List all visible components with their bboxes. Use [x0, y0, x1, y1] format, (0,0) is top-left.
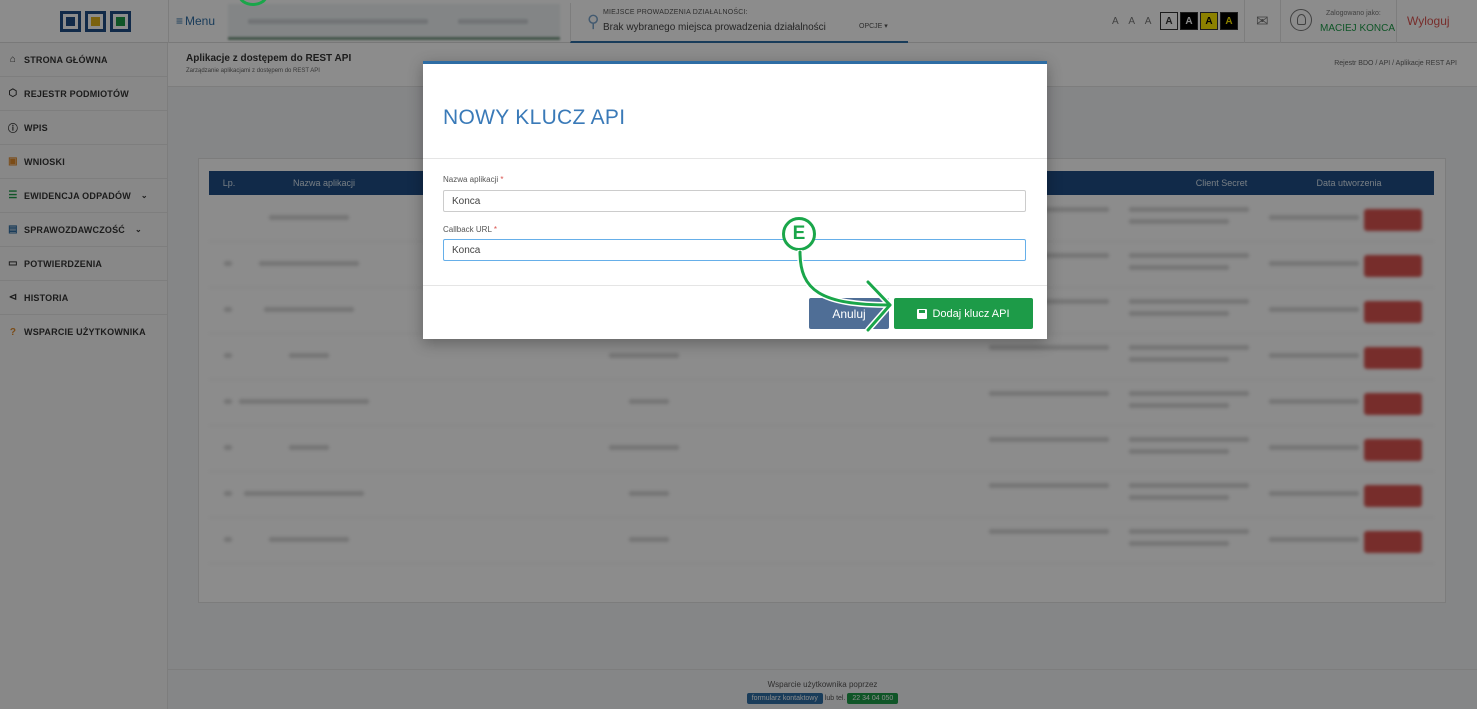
new-api-key-dialog: NOWY KLUCZ API Nazwa aplikacji * Callbac… [423, 61, 1047, 339]
app-name-input[interactable] [443, 190, 1026, 212]
divider [423, 285, 1047, 286]
annotation-step-marker: E [782, 217, 816, 251]
divider [423, 158, 1047, 159]
callback-url-label: Callback URL * [443, 225, 497, 234]
callback-url-input[interactable] [443, 239, 1026, 261]
annotation-arrow-icon [797, 250, 893, 333]
save-icon [917, 308, 928, 319]
add-api-key-button[interactable]: Dodaj klucz API [894, 298, 1033, 329]
app-name-label: Nazwa aplikacji * [443, 175, 504, 184]
add-api-key-label: Dodaj klucz API [932, 307, 1010, 320]
dialog-title: NOWY KLUCZ API [443, 106, 626, 129]
